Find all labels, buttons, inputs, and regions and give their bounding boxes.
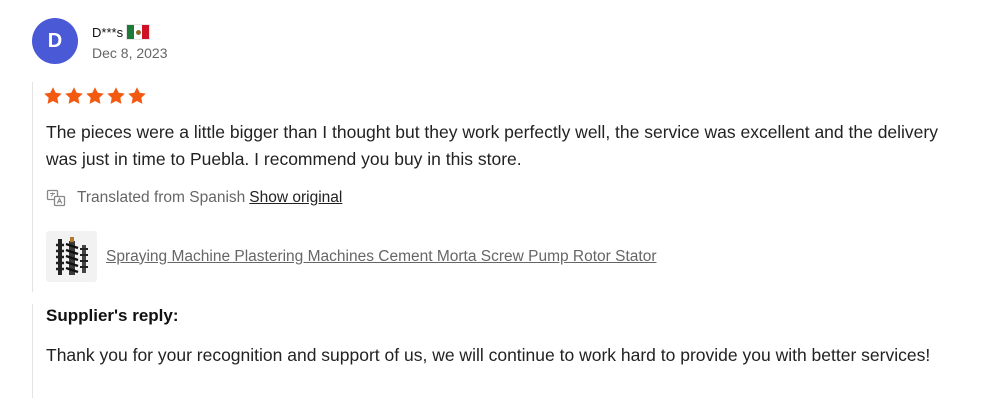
star-icon [64, 86, 84, 106]
supplier-reply-heading: Supplier's reply: [46, 306, 179, 325]
reviewer-name-row: D***s [92, 21, 168, 43]
star-rating [43, 86, 148, 106]
reviewer-name: D***s [92, 24, 124, 40]
product-thumbnail[interactable] [46, 231, 97, 282]
supplier-reply-text: Thank you for your recognition and suppo… [46, 345, 931, 365]
mexico-flag-icon [126, 24, 151, 40]
avatar: D [32, 18, 78, 64]
screw-rotor-icon [55, 236, 88, 275]
supplier-reply: Supplier's reply: Thank you for your rec… [32, 304, 972, 398]
review-text: The pieces were a little bigger than I t… [46, 122, 938, 169]
show-original-link[interactable]: Show original [249, 189, 342, 207]
review-date: Dec 8, 2023 [92, 45, 168, 61]
product-title-link[interactable]: Spraying Machine Plastering Machines Cem… [106, 248, 657, 266]
review-header: D D***s Dec 8, 2023 [32, 18, 168, 64]
star-icon [43, 86, 63, 106]
translate-icon [46, 188, 66, 208]
reviewer-info: D***s Dec 8, 2023 [92, 21, 168, 61]
star-icon [106, 86, 126, 106]
translation-label: Translated from Spanish [77, 189, 246, 206]
star-icon [85, 86, 105, 106]
review-body: The pieces were a little bigger than I t… [32, 82, 972, 292]
translation-note: Translated from Spanish Show original [46, 188, 342, 208]
star-icon [127, 86, 147, 106]
product-link-row[interactable]: Spraying Machine Plastering Machines Cem… [46, 231, 657, 282]
